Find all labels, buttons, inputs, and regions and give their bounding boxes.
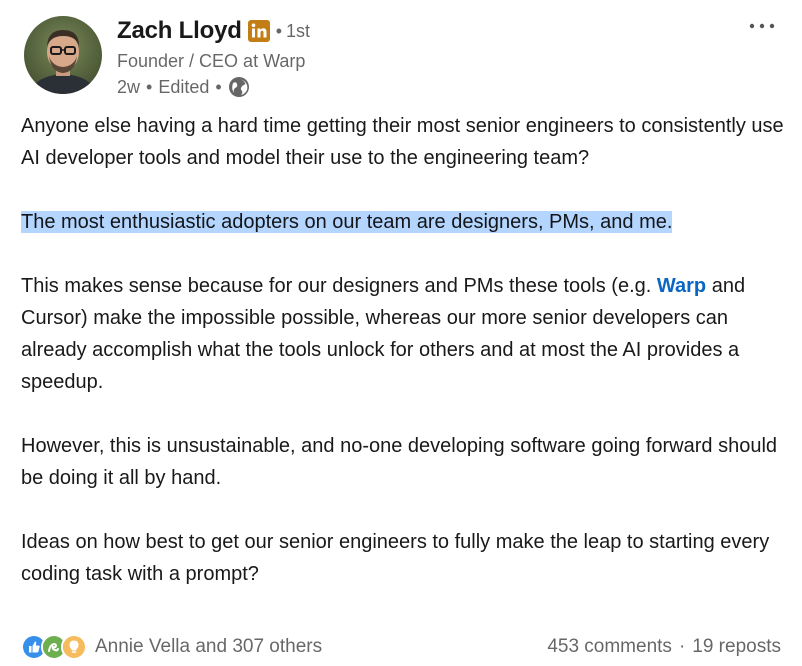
insightful-icon — [61, 634, 87, 660]
text-segment: This makes sense because for our designe… — [21, 275, 657, 297]
more-horizontal-icon — [749, 23, 775, 29]
avatar-photo — [24, 16, 102, 94]
linkedin-post: Zach Lloyd • 1st Founder / CEO at Warp 2… — [0, 0, 802, 666]
connection-degree: 1st — [286, 20, 311, 41]
count-separator: · — [678, 636, 686, 657]
linkedin-badge-icon — [247, 20, 270, 42]
post-age: 2w — [117, 76, 141, 97]
reactions-summary[interactable]: Annie Vella and 307 others — [21, 634, 322, 660]
reactions-text: Annie Vella and 307 others — [95, 636, 323, 657]
post-paragraph: Anyone else having a hard time getting t… — [21, 115, 784, 169]
more-options-button[interactable] — [746, 14, 778, 38]
post-paragraph: Ideas on how best to get our senior engi… — [21, 531, 770, 585]
degree-separator: • — [275, 20, 282, 41]
author-name[interactable]: Zach Lloyd — [117, 17, 242, 45]
engagement-counts: 453 comments · 19 reposts — [547, 636, 781, 658]
post-paragraph: However, this is unsustainable, and no-o… — [21, 435, 778, 489]
post-body: Anyone else having a hard time getting t… — [21, 110, 791, 590]
meta-separator: • — [215, 76, 222, 97]
author-headline: Founder / CEO at Warp — [117, 51, 306, 71]
reposts-count-link[interactable]: 19 reposts — [692, 636, 781, 658]
avatar[interactable] — [24, 16, 102, 94]
edited-label: Edited — [158, 76, 210, 97]
post-paragraph: The most enthusiastic adopters on our te… — [21, 206, 791, 238]
author-info: Zach Lloyd • 1st Founder / CEO at Warp 2… — [117, 14, 310, 100]
post-paragraph: This makes sense because for our designe… — [21, 270, 791, 398]
social-counts: Annie Vella and 307 others 453 comments … — [21, 632, 781, 662]
post-meta: 2w • Edited • — [117, 74, 310, 100]
reaction-icons — [21, 634, 87, 660]
selected-text: The most enthusiastic adopters on our te… — [21, 211, 673, 233]
name-row: Zach Lloyd • 1st — [117, 14, 310, 48]
meta-separator: • — [146, 76, 153, 97]
globe-icon — [228, 76, 250, 98]
mention-link-warp[interactable]: Warp — [657, 275, 706, 297]
comments-count-link[interactable]: 453 comments — [547, 636, 672, 658]
